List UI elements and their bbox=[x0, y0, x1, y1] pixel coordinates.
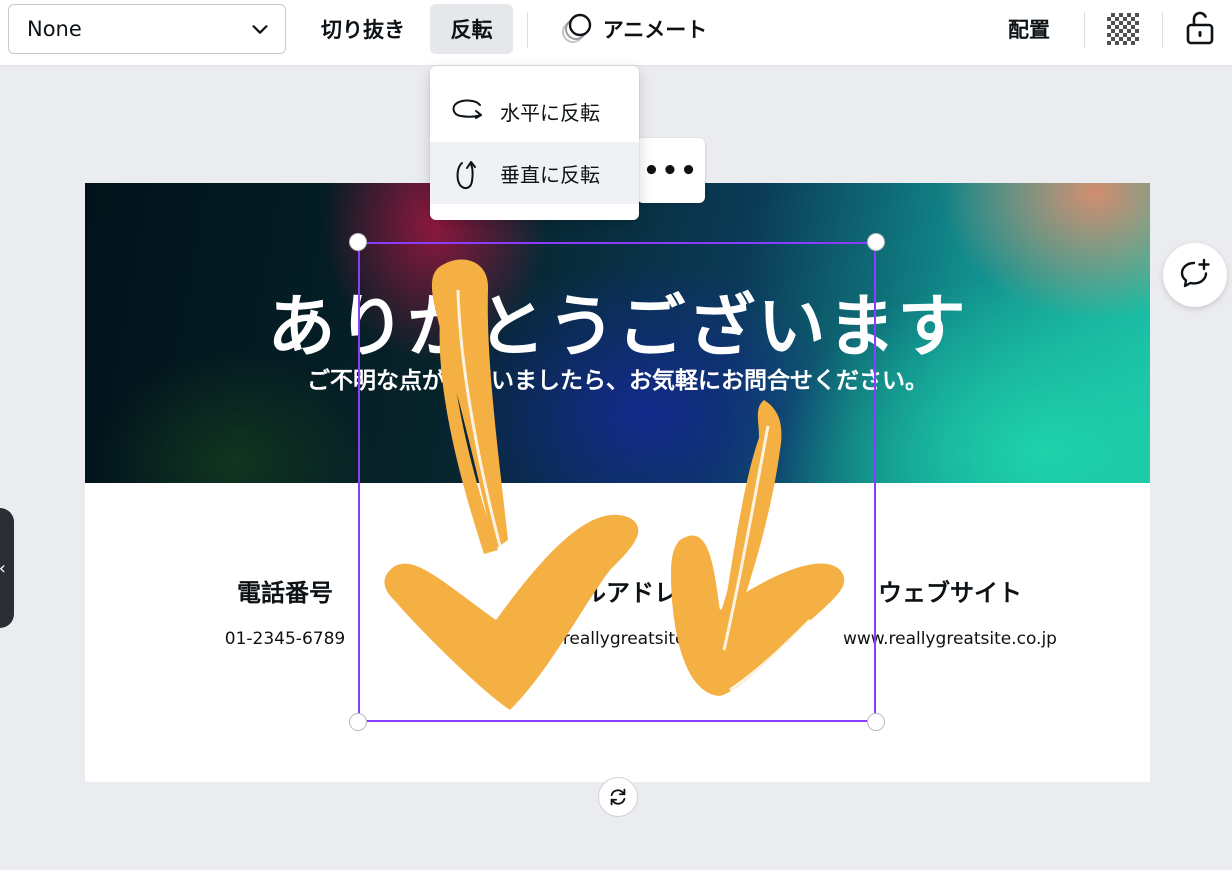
rotate-icon bbox=[610, 788, 626, 806]
resize-handle-top-left[interactable] bbox=[349, 233, 367, 251]
position-button-label: 配置 bbox=[1008, 18, 1050, 42]
add-comment-button[interactable] bbox=[1163, 243, 1227, 307]
animate-button[interactable]: アニメート bbox=[544, 4, 722, 54]
flip-button[interactable]: 反転 bbox=[430, 4, 513, 54]
side-panel-toggle[interactable]: ‹ bbox=[0, 508, 14, 628]
animate-button-label: アニメート bbox=[602, 18, 708, 42]
flip-vertical-icon bbox=[456, 161, 476, 190]
add-comment-icon bbox=[1180, 258, 1210, 288]
toolbar-divider bbox=[1084, 12, 1085, 48]
flip-vertical-item[interactable]: 垂直に反転 bbox=[430, 142, 639, 204]
transparency-icon[interactable] bbox=[1107, 13, 1139, 45]
position-button[interactable]: 配置 bbox=[994, 4, 1064, 54]
flip-menu: 水平に反転 垂直に反転 bbox=[430, 66, 639, 220]
effect-select-value: None bbox=[27, 17, 82, 41]
resize-handle-top-right[interactable] bbox=[867, 233, 885, 251]
editor-toolbar: None 切り抜き 反転 アニメート 配置 bbox=[0, 0, 1232, 66]
flip-vertical-label: 垂直に反転 bbox=[500, 162, 600, 187]
flip-horizontal-label: 水平に反転 bbox=[500, 100, 600, 125]
toolbar-divider bbox=[527, 12, 528, 48]
contact-value-phone[interactable]: 01-2345-6789 bbox=[185, 629, 385, 649]
more-options-button[interactable]: ••• bbox=[637, 138, 705, 203]
toolbar-divider bbox=[1162, 12, 1163, 48]
crop-button-label: 切り抜き bbox=[321, 18, 405, 42]
more-icon: ••• bbox=[643, 155, 699, 186]
side-panel-chevron-icon: ‹ bbox=[0, 558, 6, 579]
chevron-down-icon bbox=[252, 25, 268, 34]
flip-button-label: 反転 bbox=[450, 18, 493, 42]
resize-handle-bottom-left[interactable] bbox=[349, 713, 367, 731]
rotate-button[interactable] bbox=[598, 777, 638, 817]
lock-icon[interactable] bbox=[1184, 10, 1216, 46]
resize-handle-bottom-right[interactable] bbox=[867, 713, 885, 731]
effect-select[interactable]: None bbox=[8, 4, 286, 54]
flip-horizontal-item[interactable]: 水平に反転 bbox=[430, 80, 639, 142]
selection-box bbox=[358, 242, 876, 722]
crop-button[interactable]: 切り抜き bbox=[304, 4, 422, 54]
animate-icon bbox=[561, 13, 591, 43]
flip-horizontal-icon bbox=[452, 99, 482, 119]
contact-heading-phone[interactable]: 電話番号 bbox=[185, 573, 385, 608]
